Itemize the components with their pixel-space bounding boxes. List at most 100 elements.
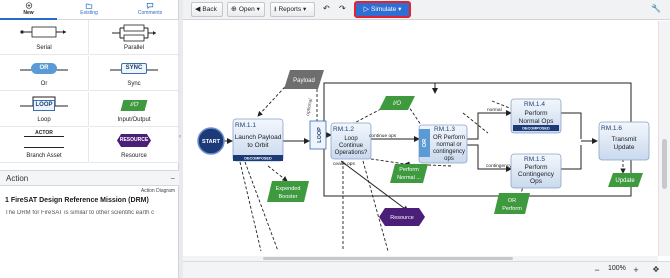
action-node-rm-1-3[interactable]: OR RM.1.3 OR Perform normal or contingen… — [418, 124, 468, 164]
action-node-rm-1-4[interactable]: RM.1.4 Perform Normal Ops DECOMPOSED — [510, 98, 562, 134]
edge-label-optional: optional — [305, 98, 314, 116]
io-or-perform[interactable]: OR Perform — [494, 193, 530, 214]
action-subtype: Action Diagram — [140, 188, 175, 194]
resource-label: Resource — [390, 215, 414, 221]
or-glyph: OR — [20, 63, 68, 74]
palette-item-label: Serial — [36, 45, 52, 51]
sync-badge: SYNC — [121, 63, 147, 74]
resource-badge: RESOURCE — [117, 134, 151, 147]
action-diagram[interactable]: START RM.1.1 Launch Payload to Orbit DEC… — [183, 21, 658, 256]
collapse-icon[interactable]: − — [170, 174, 175, 183]
back-button[interactable]: ◀ Back — [191, 2, 223, 17]
node-id: RM.1.1 — [235, 122, 256, 129]
palette-item-input-output[interactable]: I/O Input/Output — [90, 92, 179, 127]
reports-label: Reports — [278, 6, 302, 13]
download-icon: ⭳ — [274, 6, 277, 13]
palette-item-sync[interactable]: SYNC Sync — [90, 56, 179, 91]
wrench-icon: 🔧 — [651, 4, 661, 13]
palette-item-branch-asset[interactable]: ACTOR Branch Asset — [0, 128, 89, 163]
palette-item-label: Parallel — [123, 45, 144, 51]
edge-label-cease-ops: cease ops — [333, 162, 355, 167]
node-id: RM.1.2 — [333, 126, 354, 133]
node-id: RM.1.4 — [524, 101, 545, 108]
diagram-canvas[interactable]: START RM.1.1 Launch Payload to Orbit DEC… — [183, 21, 658, 256]
vertical-scrollbar[interactable] — [658, 21, 670, 256]
io-perform-normal[interactable]: Perform Normal ... — [390, 164, 428, 183]
io-label: I/O — [393, 101, 401, 107]
action-node-rm-1-6[interactable]: RM.1.6 Transmit Update — [598, 121, 650, 161]
node-label: Transmit — [611, 136, 636, 143]
zoom-level: 100% — [608, 265, 626, 272]
palette-item-loop[interactable]: LOOP Loop — [0, 92, 89, 127]
resource-node[interactable]: Resource — [379, 208, 425, 226]
io-expended-booster[interactable]: Expended Booster — [267, 181, 309, 202]
io-label: Perform — [502, 206, 522, 212]
minus-icon: − — [594, 265, 600, 275]
or-badge: OR — [31, 63, 57, 74]
edge-label-continue-ops: continue ops — [369, 133, 397, 139]
action-panel-header[interactable]: Action − — [0, 170, 179, 186]
serial-icon — [20, 26, 66, 38]
tab-comments[interactable]: Comments — [121, 0, 179, 20]
fit-to-screen-button[interactable]: ✥ — [649, 264, 663, 276]
tab-existing[interactable]: Existing — [59, 0, 119, 20]
app-window: New Existing Comments Serial Parallel OR… — [0, 0, 670, 278]
loop-badge: LOOP — [33, 100, 55, 111]
loop-label: LOOP — [317, 127, 323, 143]
action-node-rm-1-5[interactable]: RM.1.5 Perform Contingency Ops — [510, 153, 562, 189]
redo-button[interactable]: ↷ — [336, 2, 349, 17]
io-label: Expended — [276, 186, 301, 192]
zoom-in-button[interactable]: + — [630, 264, 642, 276]
plus-circle-icon — [25, 2, 32, 9]
palette-item-resource[interactable]: RESOURCE Resource — [90, 128, 179, 163]
node-label: Operations? — [335, 150, 368, 156]
palette-item-serial[interactable]: Serial — [0, 20, 89, 55]
comment-icon — [146, 3, 154, 9]
zoom-out-button[interactable]: − — [591, 264, 603, 276]
palette-item-label: Sync — [127, 81, 141, 87]
palette-item-or[interactable]: OR Or — [0, 56, 89, 91]
simulate-button[interactable]: ▷ Simulate ▾ — [354, 1, 411, 18]
node-label: Normal Ops — [519, 118, 554, 125]
io-label: Booster — [279, 194, 298, 200]
palette-item-label: Branch Asset — [26, 153, 62, 159]
loop-node[interactable]: LOOP — [309, 120, 327, 150]
status-bar: − 100% + ✥ — [183, 261, 670, 278]
tools-button[interactable]: 🔧 — [648, 2, 665, 17]
palette-item-label: Resource — [121, 153, 147, 159]
tab-comments-label: Comments — [137, 10, 163, 16]
tab-new[interactable]: New — [0, 0, 57, 20]
simulate-label: Simulate — [371, 6, 397, 13]
io-badge: I/O — [120, 100, 148, 111]
or-label: OR — [422, 139, 428, 147]
open-button[interactable]: ⊕ Open ▾ — [227, 2, 265, 17]
redo-icon: ↷ — [339, 4, 346, 13]
reports-button[interactable]: ⭳ Reports ▾ — [270, 2, 315, 17]
tab-existing-label: Existing — [80, 10, 98, 16]
action-name: 1 FireSAT Design Reference Mission (DRM) — [5, 197, 149, 204]
io-update[interactable]: Update — [608, 173, 643, 187]
io-label: Perform — [399, 167, 419, 173]
io-glyph: I/O — [120, 100, 148, 111]
action-node-rm-1-2[interactable]: RM.1.2 Loop Continue Operations? — [330, 122, 372, 160]
edge-label-contingency: contingency — [486, 163, 512, 169]
node-label: Launch Payload — [235, 134, 282, 141]
io-item[interactable]: I/O — [379, 96, 415, 110]
plus-icon: + — [633, 265, 639, 275]
node-label: Continue — [339, 143, 364, 149]
tab-new-label: New — [23, 10, 34, 16]
io-label: Normal ... — [397, 175, 421, 181]
folder-icon — [85, 3, 93, 9]
palette-tabs: New Existing Comments — [0, 0, 179, 20]
back-label: Back — [202, 6, 217, 13]
plus-circle-icon: ⊕ — [231, 6, 237, 13]
vertical-scroll-thumb[interactable] — [662, 139, 667, 189]
action-node-rm-1-1[interactable]: RM.1.1 Launch Payload to Orbit DECOMPOSE… — [232, 118, 284, 162]
io-payload[interactable]: Payload — [284, 70, 324, 89]
undo-button[interactable]: ↶ — [320, 2, 333, 17]
start-node[interactable]: START — [197, 127, 225, 155]
horizontal-scroll-thumb[interactable] — [263, 257, 513, 260]
node-id: RM.1.6 — [601, 125, 622, 132]
palette-item-parallel[interactable]: Parallel — [90, 20, 179, 55]
palette-panel: New Existing Comments Serial Parallel OR… — [0, 0, 179, 278]
